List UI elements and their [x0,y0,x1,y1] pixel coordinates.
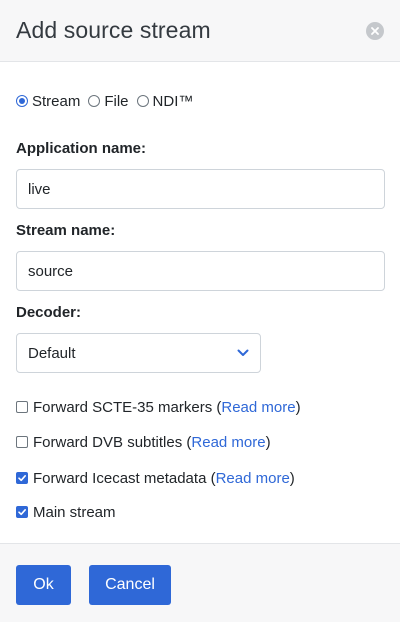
radio-stream-label: Stream [32,92,81,110]
decoder-selected-value: Default [28,344,76,362]
main-stream-text: Main stream [33,503,116,521]
radio-file-label: File [104,92,129,110]
forward-scte35-checkbox[interactable] [16,401,28,413]
forward-dvb-suffix: ) [265,433,271,451]
add-source-stream-dialog: Add source stream Stream File NDI™ Appli… [0,0,400,622]
decoder-select[interactable]: Default [16,333,261,373]
dialog-title: Add source stream [16,17,211,43]
check-icon [18,475,26,482]
radio-ndi-indicator[interactable] [136,95,149,107]
forward-icecast-text: Forward Icecast metadata ( [33,469,216,487]
radio-file[interactable]: File [88,92,129,110]
dialog-footer: Ok Cancel [0,543,400,622]
radio-stream[interactable]: Stream [16,93,80,110]
forward-dvb-option: Forward DVB subtitles (Read more) [16,431,384,453]
radio-file-indicator[interactable] [88,95,101,107]
stream-name-label: Stream name: [16,222,116,239]
forward-scte35-read-more-link[interactable]: Read more [221,399,295,416]
radio-ndi-label: NDI™ [152,92,194,110]
radio-ndi[interactable]: NDI™ [136,92,194,110]
close-button[interactable] [366,21,384,40]
forward-dvb-read-more-link[interactable]: Read more [191,434,265,451]
main-stream-option: Main stream [16,501,384,523]
radio-stream-indicator[interactable] [16,95,28,107]
close-icon [371,26,379,35]
stream-name-value: source [28,262,74,280]
check-icon [18,509,26,516]
forward-scte35-suffix: ) [295,398,301,416]
forward-icecast-read-more-link[interactable]: Read more [216,470,290,487]
main-stream-checkbox[interactable] [16,506,28,518]
application-name-value: live [28,180,51,198]
forward-dvb-text: Forward DVB subtitles ( [33,433,192,451]
dialog-body: Stream File NDI™ Application name: live … [0,90,400,523]
forward-icecast-suffix: ) [289,469,295,487]
forward-icecast-checkbox[interactable] [16,472,28,484]
source-type-radio-group: Stream File NDI™ [16,90,384,112]
application-name-input[interactable]: live [16,169,385,209]
dialog-header: Add source stream [0,0,400,62]
decoder-label: Decoder: [16,304,82,321]
forward-dvb-checkbox[interactable] [16,436,28,448]
forward-scte35-option: Forward SCTE-35 markers (Read more) [16,396,384,418]
forward-scte35-text: Forward SCTE-35 markers ( [33,398,222,416]
stream-name-input[interactable]: source [16,251,385,291]
forward-icecast-option: Forward Icecast metadata (Read more) [16,467,384,489]
application-name-label: Application name: [16,140,147,157]
ok-button[interactable]: Ok [16,565,71,605]
chevron-down-icon [237,349,249,356]
cancel-button[interactable]: Cancel [89,565,171,605]
